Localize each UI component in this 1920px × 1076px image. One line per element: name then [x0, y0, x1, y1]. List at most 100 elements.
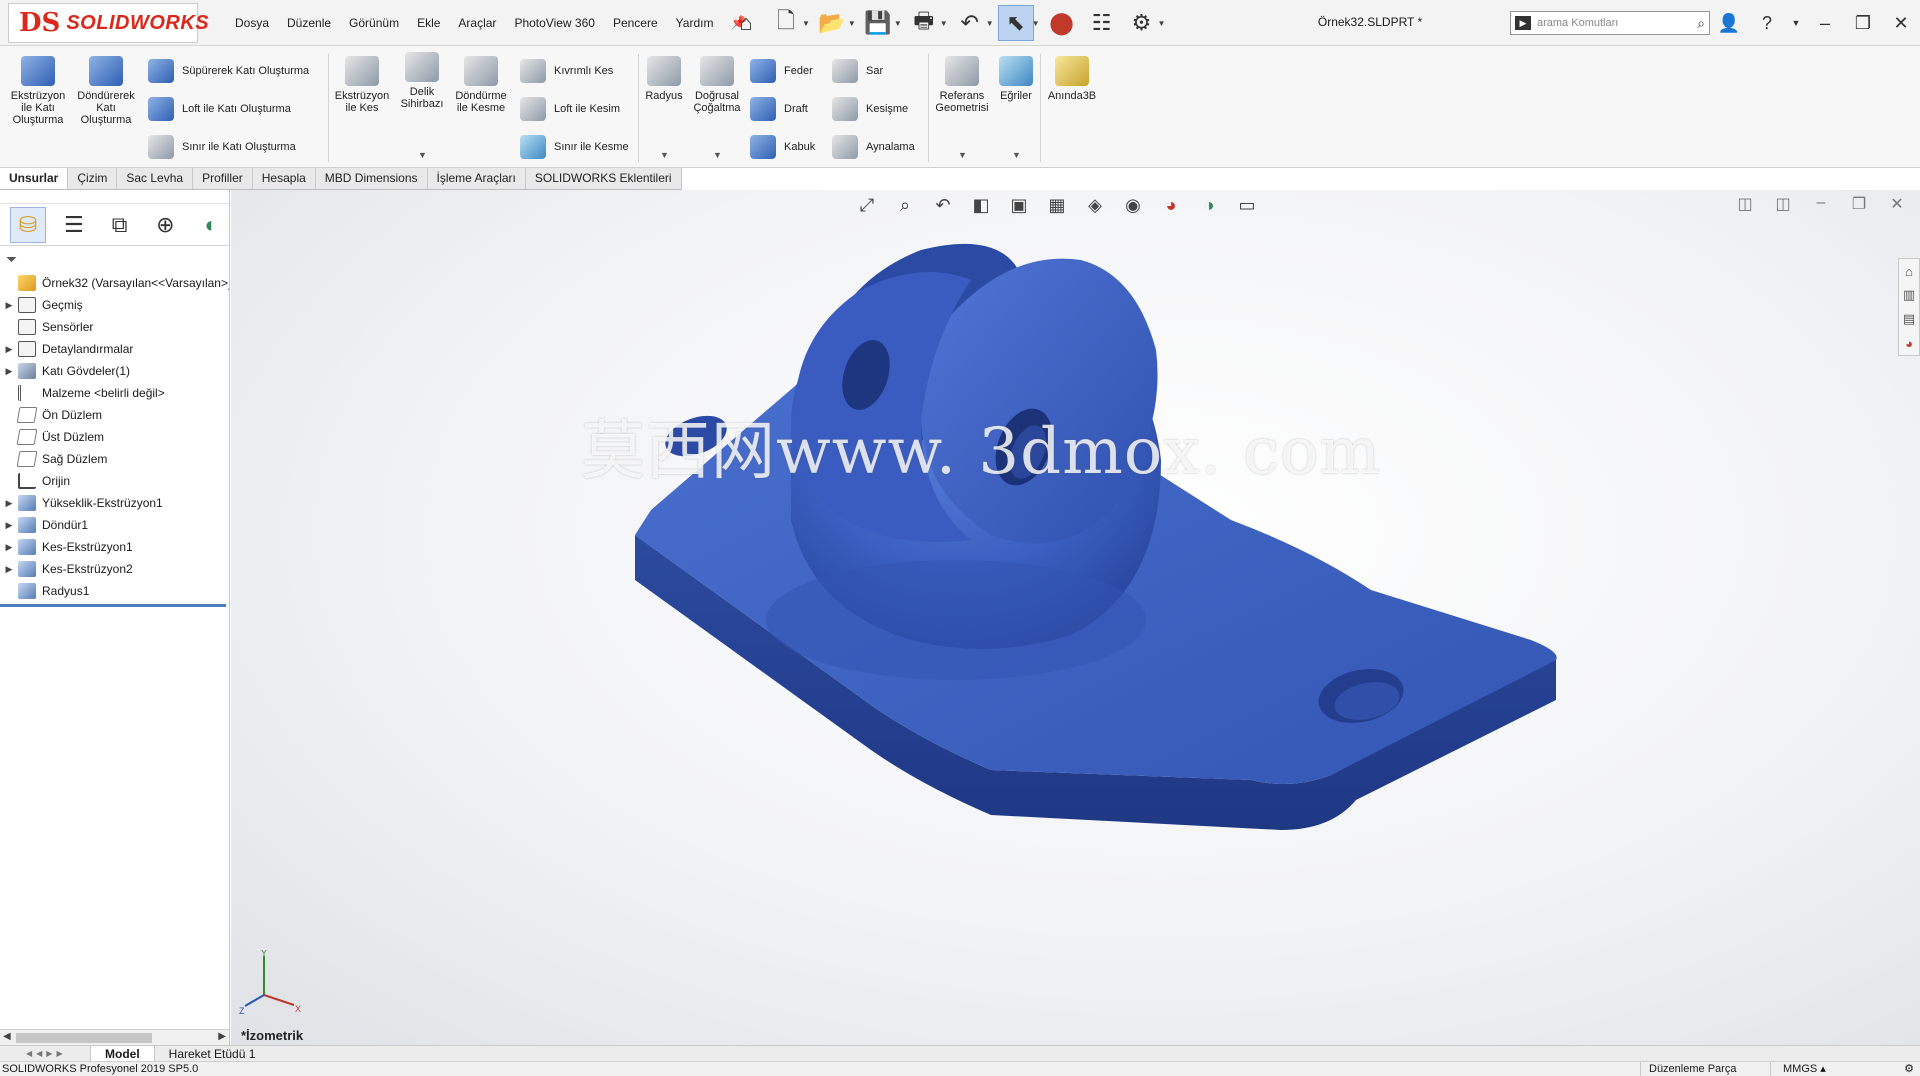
status-options-icon[interactable]: ⚙	[1904, 1062, 1914, 1076]
boundary-boss-button[interactable]: Sınır ile Katı Oluşturma	[148, 132, 296, 162]
scroll-left-icon[interactable]: ◀	[3, 1031, 11, 1042]
expand-arrow-icon[interactable]: ▶	[0, 542, 18, 553]
print-icon[interactable]: 🖶	[906, 5, 942, 41]
select-dropdown-icon[interactable]: ▼	[1032, 19, 1040, 28]
appearance-tab-icon[interactable]: ◐	[193, 207, 229, 243]
undo-icon[interactable]: ↶	[952, 5, 988, 41]
minimize-icon[interactable]: –	[1806, 13, 1844, 34]
new-document-icon[interactable]: 🗋	[768, 5, 804, 41]
scroll-thumb[interactable]	[16, 1033, 152, 1043]
new-dropdown-icon[interactable]: ▼	[802, 19, 810, 28]
magnifier-icon[interactable]: ⌕	[1697, 15, 1705, 32]
mirror-button[interactable]: Aynalama	[832, 132, 915, 162]
boundary-cut-button[interactable]: Sınır ile Kesme	[520, 132, 629, 162]
expand-arrow-icon[interactable]: ▶	[0, 520, 18, 531]
loft-boss-button[interactable]: Loft ile Katı Oluşturma	[148, 94, 291, 124]
tab-scroll-arrows-icon[interactable]: ◀◀▶▶	[0, 1049, 90, 1058]
graphics-area[interactable]: ⤢ ⌕ ↶ ◧ ▣ ▦ ◈ ◉ ◕ ◑ ▭ ◫ ◫ – ❐ ✕ ⌂ ▥ ▤ ◕	[231, 190, 1920, 1045]
tree-item-solid-bodies[interactable]: ▶ Katı Gövdeler(1)	[0, 360, 229, 382]
revolve-boss-button[interactable]: Döndürerek Katı Oluşturma	[74, 56, 138, 126]
tree-item-revolve1[interactable]: ▶ Döndür1	[0, 514, 229, 536]
tab-sketch[interactable]: Çizim	[68, 168, 118, 189]
file-properties-icon[interactable]: ☷	[1084, 5, 1120, 41]
shell-button[interactable]: Kabuk	[750, 132, 815, 162]
hole-wizard-button[interactable]: Delik Sihirbazı	[390, 52, 454, 110]
swept-cut-button[interactable]: Kıvrımlı Kes	[520, 56, 613, 86]
expand-arrow-icon[interactable]: ▶	[0, 344, 18, 355]
tab-features[interactable]: Unsurlar	[0, 168, 69, 189]
intersect-button[interactable]: Kesişme	[832, 94, 908, 124]
options-gear-icon[interactable]: ⚙	[1124, 5, 1160, 41]
pattern-dropdown-icon[interactable]: ▼	[713, 150, 722, 160]
rollback-bar[interactable]	[0, 604, 226, 607]
open-icon[interactable]: 📂	[814, 5, 850, 41]
home-icon[interactable]: ⌂	[728, 5, 764, 41]
instant3d-button[interactable]: Anında3B	[1040, 56, 1104, 102]
close-icon[interactable]: ✕	[1882, 13, 1920, 34]
tree-item-history[interactable]: ▶ Geçmiş	[0, 294, 229, 316]
help-dropdown-icon[interactable]: ▼	[1786, 18, 1806, 28]
fillet-dropdown-icon[interactable]: ▼	[660, 150, 669, 160]
extrude-cut-button[interactable]: Ekstrüzyon ile Kes	[330, 56, 394, 114]
menu-edit[interactable]: Düzenle	[278, 16, 340, 30]
configuration-manager-tab-icon[interactable]: ⧉	[102, 207, 138, 243]
tree-item-origin[interactable]: Orijin	[0, 470, 229, 492]
dimxpert-manager-tab-icon[interactable]: ⊕	[147, 207, 183, 243]
tree-item-cut-extrude2[interactable]: ▶ Kes-Ekstrüzyon2	[0, 558, 229, 580]
sweep-boss-button[interactable]: Süpürerek Katı Oluşturma	[148, 56, 309, 86]
expand-arrow-icon[interactable]: ▶	[0, 300, 18, 311]
draft-button[interactable]: Draft	[750, 94, 808, 124]
tab-mbd-dimensions[interactable]: MBD Dimensions	[315, 168, 428, 189]
reference-geometry-dropdown-icon[interactable]: ▼	[958, 150, 967, 160]
rib-button[interactable]: Feder	[750, 56, 813, 86]
tab-model[interactable]: Model	[90, 1045, 155, 1062]
tree-item-right-plane[interactable]: Sağ Düzlem	[0, 448, 229, 470]
print-dropdown-icon[interactable]: ▼	[940, 19, 948, 28]
tree-item-fillet1[interactable]: Radyus1	[0, 580, 229, 602]
curves-button[interactable]: Eğriler	[984, 56, 1048, 102]
options-dropdown-icon[interactable]: ▼	[1158, 19, 1166, 28]
rebuild-traffic-light-icon[interactable]: ⬤	[1044, 5, 1080, 41]
extrude-boss-button[interactable]: Ekstrüzyon ile Katı Oluşturma	[6, 56, 70, 126]
hole-wizard-dropdown-icon[interactable]: ▼	[418, 150, 427, 160]
loft-cut-button[interactable]: Loft ile Kesim	[520, 94, 620, 124]
tab-sheet-metal[interactable]: Sac Levha	[117, 168, 194, 189]
panel-grip[interactable]	[0, 190, 229, 204]
search-commands-box[interactable]: ▶ arama Komutları ⌕	[1510, 11, 1710, 35]
save-icon[interactable]: 💾	[860, 5, 896, 41]
revolve-cut-button[interactable]: Döndürme ile Kesme	[449, 56, 513, 114]
menu-window[interactable]: Pencere	[604, 16, 667, 30]
scroll-right-icon[interactable]: ▶	[218, 1031, 226, 1042]
tree-item-material[interactable]: Malzeme <belirli değil>	[0, 382, 229, 404]
menu-help[interactable]: Yardım	[667, 16, 723, 30]
tab-motion-study-1[interactable]: Hareket Etüdü 1	[155, 1046, 270, 1062]
feature-manager-tab-icon[interactable]: ⛁	[10, 206, 46, 243]
filter-icon[interactable]: ⏷	[0, 246, 229, 272]
part-model-render[interactable]	[231, 190, 1920, 1045]
tree-item-cut-extrude1[interactable]: ▶ Kes-Ekstrüzyon1	[0, 536, 229, 558]
tab-profiles[interactable]: Profiller	[193, 168, 253, 189]
undo-dropdown-icon[interactable]: ▼	[986, 19, 994, 28]
menu-file[interactable]: Dosya	[226, 16, 278, 30]
user-account-icon[interactable]: 👤	[1710, 13, 1748, 34]
open-dropdown-icon[interactable]: ▼	[848, 19, 856, 28]
solidworks-logo[interactable]: DS SOLIDWORKS	[8, 3, 209, 43]
unit-system-selector[interactable]: MMGS ▴	[1770, 1062, 1890, 1076]
save-dropdown-icon[interactable]: ▼	[894, 19, 902, 28]
menu-insert[interactable]: Ekle	[408, 16, 449, 30]
curves-dropdown-icon[interactable]: ▼	[1012, 150, 1021, 160]
menu-tools[interactable]: Araçlar	[449, 16, 505, 30]
tab-solidworks-addins[interactable]: SOLIDWORKS Eklentileri	[525, 168, 682, 189]
tree-item-top-plane[interactable]: Üst Düzlem	[0, 426, 229, 448]
tree-item-sensors[interactable]: Sensörler	[0, 316, 229, 338]
wrap-button[interactable]: Sar	[832, 56, 883, 86]
tree-item-annotations[interactable]: ▶ Detaylandırmalar	[0, 338, 229, 360]
tab-machining-tools[interactable]: İşleme Araçları	[427, 168, 526, 189]
expand-arrow-icon[interactable]: ▶	[0, 564, 18, 575]
tree-item-front-plane[interactable]: Ön Düzlem	[0, 404, 229, 426]
panel-horizontal-scrollbar[interactable]: ◀ ▶	[0, 1029, 229, 1045]
select-arrow-icon[interactable]: ⬉	[997, 5, 1034, 41]
tab-evaluate[interactable]: Hesapla	[252, 168, 316, 189]
linear-pattern-button[interactable]: Doğrusal Çoğaltma	[685, 56, 749, 114]
help-icon[interactable]: ?	[1748, 13, 1786, 34]
